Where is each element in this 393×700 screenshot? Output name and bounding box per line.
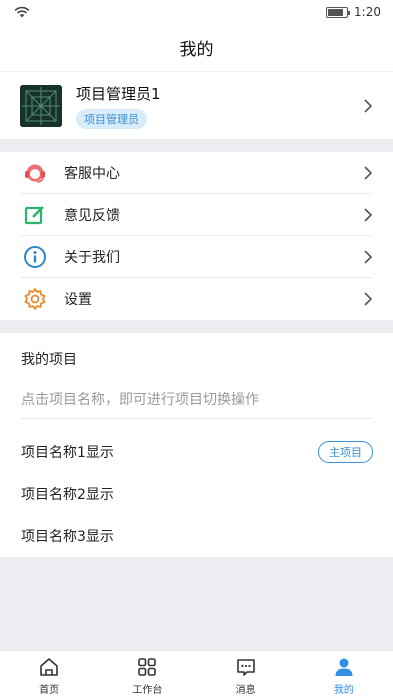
message-icon: [236, 658, 255, 676]
menu-item-label: 客服中心: [64, 166, 120, 182]
menu-item-customer-service[interactable]: 客服中心: [0, 152, 393, 194]
tab-label: 工作台: [132, 684, 163, 696]
status-time: 1:20: [354, 5, 381, 19]
tab-messages[interactable]: 消息: [197, 651, 295, 700]
projects-title: 我的项目: [21, 352, 77, 368]
projects-hint: 点击项目名称，即可进行项目切换操作: [21, 392, 259, 408]
menu-item-about-us[interactable]: 关于我们: [0, 236, 393, 278]
divider: [20, 418, 373, 419]
headset-icon: [22, 160, 48, 186]
menu-item-settings[interactable]: 设置: [0, 278, 393, 320]
project-name: 项目名称3显示: [21, 529, 114, 545]
role-badge: 项目管理员: [76, 108, 147, 129]
tab-mine[interactable]: 我的: [295, 651, 393, 700]
edit-icon: [22, 202, 48, 228]
avatar: [20, 84, 62, 127]
chevron-right-icon: [364, 208, 373, 222]
home-icon: [40, 657, 58, 676]
tab-label: 我的: [333, 684, 354, 696]
projects-section: 我的项目 点击项目名称，即可进行项目切换操作 项目名称1显示 主项目 项目名称2…: [0, 333, 393, 557]
gear-icon: [22, 286, 48, 312]
project-row[interactable]: 项目名称2显示: [21, 483, 373, 505]
grid-icon: [138, 657, 157, 676]
page-title: 我的: [0, 24, 393, 72]
user-icon: [335, 658, 353, 676]
avatar-pattern-icon: [20, 84, 62, 127]
battery-icon: [326, 6, 351, 18]
wifi-icon: [14, 6, 30, 18]
profile-name: 项目管理员1: [76, 84, 161, 103]
chevron-right-icon: [364, 166, 373, 180]
menu-item-feedback[interactable]: 意见反馈: [0, 194, 393, 236]
menu-item-label: 设置: [64, 292, 92, 308]
bottom-tab-bar: 首页 工作台 消息 我的: [0, 650, 393, 700]
project-row[interactable]: 项目名称1显示 主项目: [21, 441, 373, 463]
menu-item-label: 意见反馈: [64, 208, 120, 224]
tab-label: 消息: [235, 684, 256, 696]
project-name: 项目名称2显示: [21, 487, 114, 503]
main-project-badge: 主项目: [318, 441, 373, 463]
chevron-right-icon: [364, 292, 373, 306]
info-icon: [22, 244, 48, 270]
tab-label: 首页: [39, 684, 60, 696]
project-name: 项目名称1显示: [21, 445, 114, 461]
tab-home[interactable]: 首页: [0, 651, 98, 700]
status-bar: 1:20: [0, 0, 393, 24]
profile-card[interactable]: 项目管理员1 项目管理员: [0, 72, 393, 139]
menu-list: 客服中心 意见反馈 关于我们 设置: [0, 152, 393, 320]
project-row[interactable]: 项目名称3显示: [21, 525, 373, 547]
chevron-right-icon: [364, 250, 373, 264]
menu-item-label: 关于我们: [64, 250, 120, 266]
chevron-right-icon: [364, 98, 373, 113]
tab-workbench[interactable]: 工作台: [98, 651, 196, 700]
